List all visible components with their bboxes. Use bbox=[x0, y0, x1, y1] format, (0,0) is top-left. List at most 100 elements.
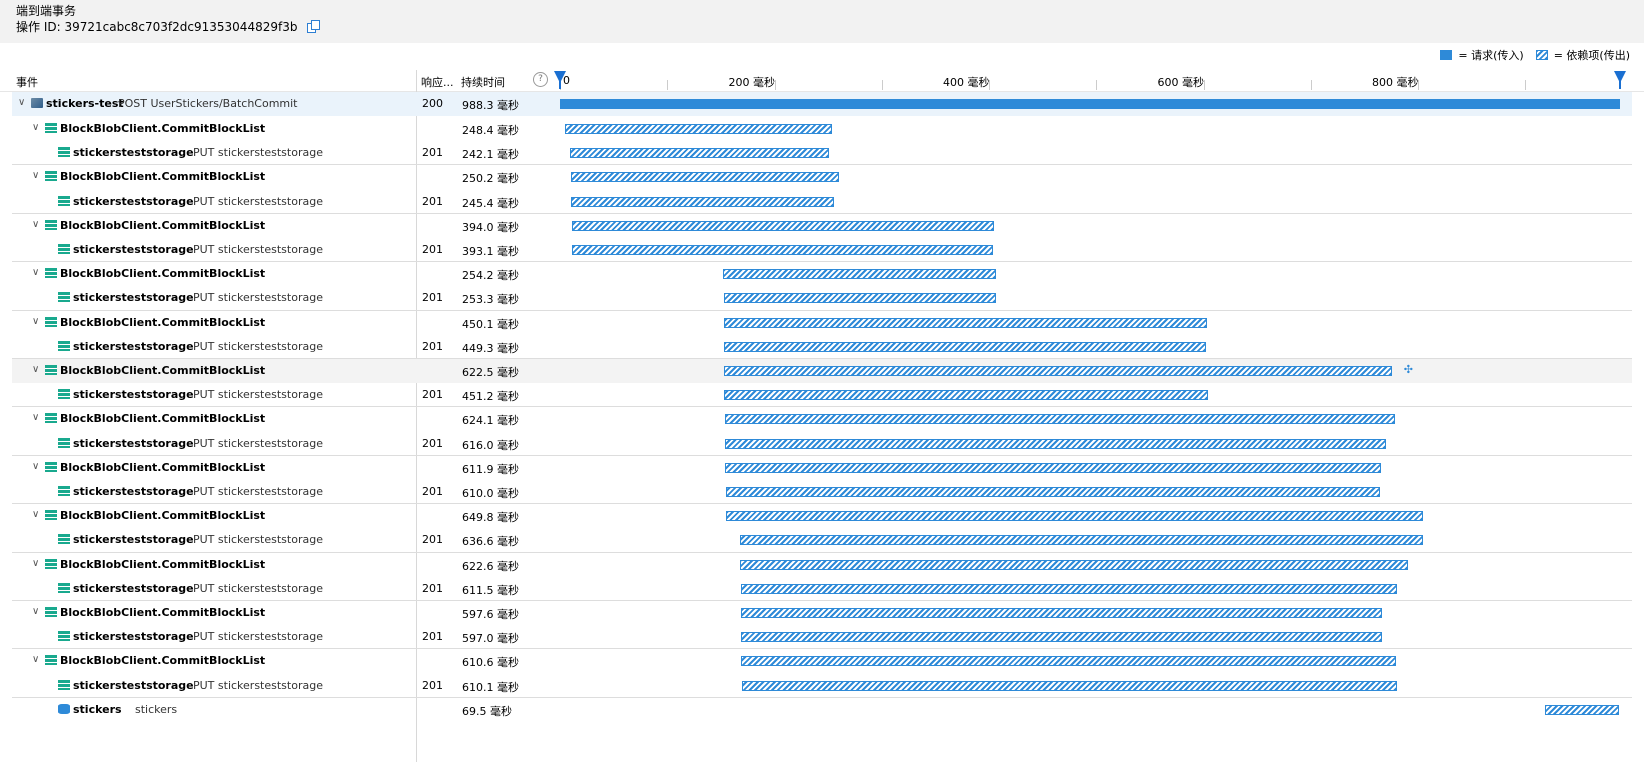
duration-value: 242.1 毫秒 bbox=[462, 148, 519, 162]
dependency-row[interactable]: ∨ BlockBlobClient.CommitBlockList 254.2 毫秒 bbox=[12, 262, 1632, 286]
dependency-icon bbox=[58, 679, 70, 690]
dependency-bar[interactable] bbox=[724, 317, 1207, 328]
dependency-bar[interactable] bbox=[571, 245, 994, 255]
duration-value: 610.1 毫秒 bbox=[462, 680, 519, 694]
row-name: BlockBlobClient.CommitBlockList bbox=[60, 412, 266, 426]
dependency-bar[interactable] bbox=[571, 220, 995, 231]
zoom-icon[interactable]: ✣ bbox=[1404, 363, 1413, 376]
timeline-gridline bbox=[989, 80, 991, 90]
dependency-bar[interactable] bbox=[725, 462, 1382, 473]
dependency-bar[interactable] bbox=[742, 680, 1397, 691]
chevron-down-icon[interactable]: ∨ bbox=[32, 558, 39, 569]
row-name: BlockBlobClient.CommitBlockList bbox=[60, 122, 266, 135]
row-detail: PUT stickersteststorage bbox=[193, 146, 323, 160]
chevron-down-icon[interactable]: ∨ bbox=[32, 316, 39, 327]
duration-value: 610.6 毫秒 bbox=[462, 656, 519, 670]
title-bar: 端到端事务 操作 ID: 39721cabc8c703f2dc913530448… bbox=[0, 0, 1644, 43]
chevron-down-icon[interactable]: ∨ bbox=[32, 461, 39, 472]
row-name: BlockBlobClient.CommitBlockList bbox=[60, 267, 266, 281]
dependency-bar[interactable] bbox=[1544, 704, 1620, 715]
row-detail: PUT stickersteststorage bbox=[193, 243, 323, 256]
column-duration[interactable]: 持续时间 bbox=[461, 74, 505, 90]
dependency-row[interactable]: stickersteststorage PUT stickersteststora… bbox=[12, 674, 1632, 698]
duration-value: 253.3 毫秒 bbox=[462, 293, 519, 307]
dependency-bar[interactable] bbox=[725, 438, 1386, 449]
dependency-row[interactable]: ∨ BlockBlobClient.CommitBlockList 622.6 毫秒 bbox=[12, 553, 1632, 577]
response-code: 201 bbox=[422, 339, 443, 353]
chevron-down-icon[interactable]: ∨ bbox=[32, 606, 39, 617]
chevron-down-icon[interactable]: ∨ bbox=[32, 267, 39, 278]
dependency-row[interactable]: ∨ BlockBlobClient.CommitBlockList 611.9 毫秒 bbox=[12, 456, 1632, 480]
dependency-row[interactable]: stickersteststorage PUT stickersteststora… bbox=[12, 432, 1632, 456]
chevron-down-icon[interactable]: ∨ bbox=[32, 170, 39, 181]
dependency-bar[interactable] bbox=[726, 511, 1424, 522]
chevron-down-icon[interactable]: ∨ bbox=[32, 654, 39, 665]
chevron-down-icon[interactable]: ∨ bbox=[32, 412, 39, 423]
dependency-row[interactable]: stickersteststorage PUT stickersteststora… bbox=[12, 238, 1632, 262]
dependency-row[interactable]: stickersteststorage PUT stickersteststora… bbox=[12, 625, 1632, 649]
dependency-bar[interactable] bbox=[741, 656, 1397, 667]
dependency-row[interactable]: stickersteststorage PUT stickersteststora… bbox=[12, 528, 1632, 552]
dependency-bar[interactable] bbox=[570, 172, 840, 183]
dependency-bar[interactable] bbox=[565, 124, 832, 134]
row-name: BlockBlobClient.CommitBlockList bbox=[60, 218, 266, 232]
duration-value: 988.3 毫秒 bbox=[462, 99, 519, 112]
row-detail: PUT stickersteststorage bbox=[193, 291, 323, 305]
chevron-down-icon[interactable]: ∨ bbox=[32, 364, 39, 375]
dependency-icon bbox=[45, 123, 57, 133]
dependency-row[interactable]: ∨ BlockBlobClient.CommitBlockList 624.1 毫秒 bbox=[12, 407, 1632, 431]
row-name: stickersteststorage bbox=[73, 339, 194, 353]
chevron-down-icon[interactable]: ∨ bbox=[18, 97, 25, 108]
dependency-row[interactable]: stickersteststorage PUT stickersteststora… bbox=[12, 480, 1632, 504]
dependency-bar[interactable] bbox=[741, 583, 1398, 594]
dependency-bar[interactable] bbox=[741, 632, 1382, 643]
dependency-row[interactable]: ∨ BlockBlobClient.CommitBlockList 610.6 毫秒 bbox=[12, 649, 1632, 673]
duration-value: 597.0 毫秒 bbox=[462, 632, 519, 646]
chevron-down-icon[interactable]: ∨ bbox=[32, 122, 39, 133]
timeline-gridline bbox=[881, 80, 883, 90]
dependency-row[interactable]: stickersteststorage PUT stickersteststora… bbox=[12, 286, 1632, 310]
row-detail: POST UserStickers/BatchCommit bbox=[118, 97, 298, 110]
chevron-down-icon[interactable]: ∨ bbox=[32, 219, 39, 230]
dependency-bar[interactable] bbox=[741, 608, 1383, 618]
dependency-bar[interactable] bbox=[724, 366, 1392, 376]
dependency-row[interactable]: ∨ BlockBlobClient.CommitBlockList 597.6 毫秒 bbox=[12, 601, 1632, 625]
dependency-row[interactable]: ∨ BlockBlobClient.CommitBlockList 649.8 毫秒 bbox=[12, 504, 1632, 528]
dependency-bar[interactable] bbox=[726, 487, 1381, 497]
dependency-row[interactable]: stickers stickers 69.5 毫秒 bbox=[12, 698, 1632, 722]
dependency-row[interactable]: ∨ BlockBlobClient.CommitBlockList 248.4 毫秒 bbox=[12, 117, 1632, 141]
dependency-row[interactable]: stickersteststorage PUT stickersteststora… bbox=[12, 190, 1632, 214]
dependency-bar[interactable] bbox=[724, 390, 1209, 401]
copy-icon[interactable] bbox=[307, 20, 321, 33]
dependency-row[interactable]: stickersteststorage PUT stickersteststora… bbox=[12, 383, 1632, 407]
chevron-down-icon[interactable]: ∨ bbox=[32, 509, 39, 520]
duration-value: 610.0 毫秒 bbox=[462, 487, 519, 500]
dependency-row[interactable]: stickersteststorage PUT stickersteststora… bbox=[12, 577, 1632, 601]
row-name: BlockBlobClient.CommitBlockList bbox=[60, 557, 266, 571]
dependency-row[interactable]: ∨ BlockBlobClient.CommitBlockList 394.0 毫秒 bbox=[12, 214, 1632, 238]
row-name: stickersteststorage bbox=[73, 436, 194, 450]
request-bar[interactable] bbox=[560, 99, 1620, 109]
dependency-bar[interactable] bbox=[725, 414, 1395, 425]
dependency-row[interactable]: ∨ BlockBlobClient.CommitBlockList 250.2 毫秒 bbox=[12, 165, 1632, 189]
response-code: 201 bbox=[422, 388, 443, 402]
dependency-bar[interactable] bbox=[724, 293, 996, 304]
dependency-bar[interactable] bbox=[570, 196, 834, 207]
dependency-row[interactable]: stickersteststorage PUT stickersteststora… bbox=[12, 335, 1632, 359]
column-event[interactable]: 事件 bbox=[16, 74, 38, 90]
dependency-bar[interactable] bbox=[740, 559, 1408, 570]
response-code: 201 bbox=[422, 630, 443, 644]
dependency-bar[interactable] bbox=[569, 148, 830, 159]
dependency-bar[interactable] bbox=[740, 535, 1423, 546]
dependency-row[interactable]: ∨ BlockBlobClient.CommitBlockList 622.5 毫秒… bbox=[12, 359, 1632, 383]
dependency-icon bbox=[45, 365, 57, 375]
dependency-bar[interactable] bbox=[724, 341, 1206, 352]
dependency-row[interactable]: ∨ BlockBlobClient.CommitBlockList 450.1 毫秒 bbox=[12, 311, 1632, 335]
dependency-icon bbox=[58, 244, 70, 254]
row-name: BlockBlobClient.CommitBlockList bbox=[60, 315, 266, 329]
dependency-row[interactable]: stickersteststorage PUT stickersteststora… bbox=[12, 141, 1632, 165]
dependency-bar[interactable] bbox=[723, 269, 996, 280]
column-response[interactable]: 响应... bbox=[421, 74, 454, 90]
request-row[interactable]: ∨ stickers-test POST UserStickers/BatchCom… bbox=[12, 92, 1632, 116]
help-icon[interactable]: ? bbox=[533, 72, 548, 87]
